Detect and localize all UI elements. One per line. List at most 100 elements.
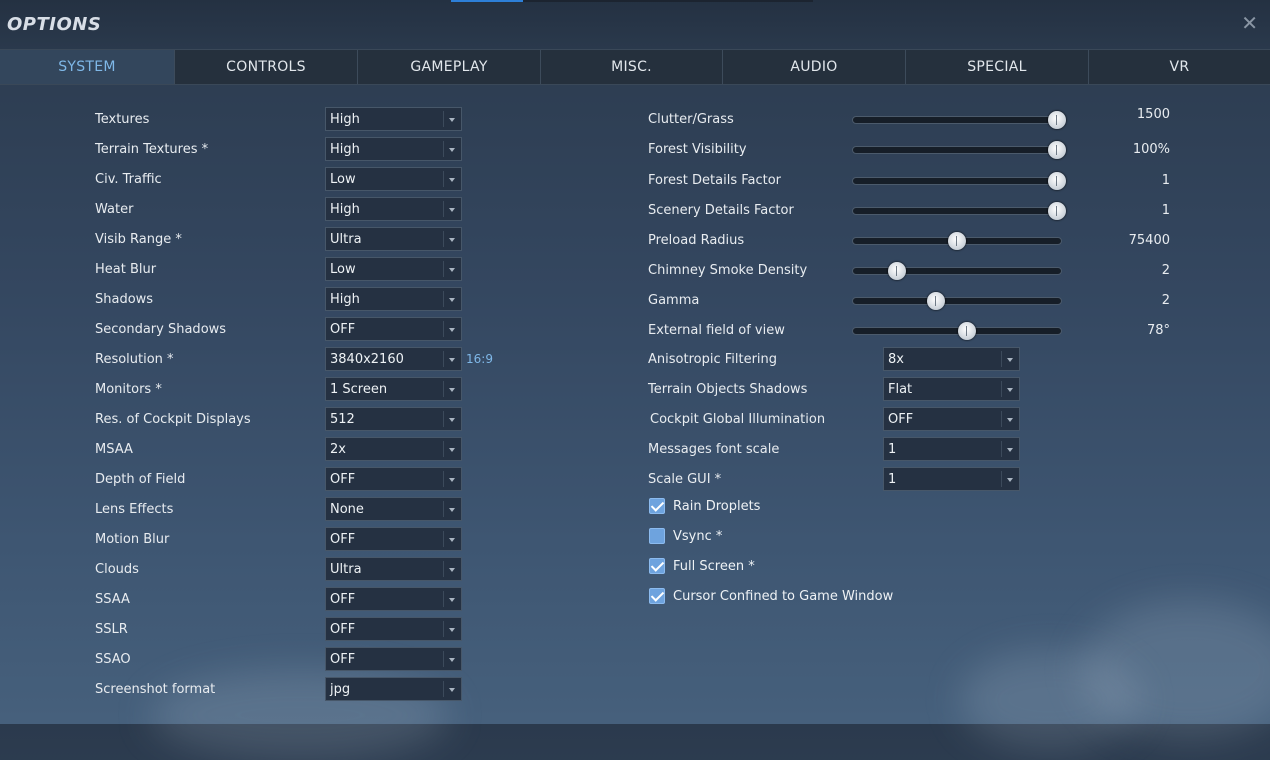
chevron-down-icon bbox=[449, 448, 455, 452]
terrain-objects-shadows-label: Terrain Objects Shadows bbox=[648, 382, 808, 397]
secondary-shadows-label: Secondary Shadows bbox=[95, 322, 227, 337]
lens-effects-label: Lens Effects bbox=[95, 502, 174, 517]
secondary-shadows-dropdown[interactable]: OFF bbox=[325, 317, 462, 341]
sslr-dropdown[interactable]: OFF bbox=[325, 617, 462, 641]
chevron-down-icon bbox=[449, 208, 455, 212]
monitors-label: Monitors * bbox=[95, 382, 162, 397]
chevron-down-icon bbox=[449, 538, 455, 542]
forest-details-factor-slider[interactable] bbox=[852, 172, 1066, 190]
textures-label: Textures bbox=[95, 112, 150, 127]
dropdown-value: 8x bbox=[888, 352, 904, 367]
dropdown-separator bbox=[443, 231, 444, 247]
chevron-down-icon bbox=[449, 328, 455, 332]
dropdown-separator bbox=[1001, 441, 1002, 457]
dropdown-separator bbox=[443, 321, 444, 337]
chevron-down-icon bbox=[449, 118, 455, 122]
chimney-smoke-density-slider[interactable] bbox=[852, 262, 1062, 280]
screenshot-format-dropdown[interactable]: jpg bbox=[325, 677, 462, 701]
motion-blur-dropdown[interactable]: OFF bbox=[325, 527, 462, 551]
ssaa-dropdown[interactable]: OFF bbox=[325, 587, 462, 611]
res-of-cockpit-displays-label: Res. of Cockpit Displays bbox=[95, 412, 251, 427]
water-dropdown[interactable]: High bbox=[325, 197, 462, 221]
external-field-of-view-slider[interactable] bbox=[852, 322, 1062, 340]
heat-blur-dropdown[interactable]: Low bbox=[325, 257, 462, 281]
external-field-of-view-label: External field of view bbox=[648, 323, 785, 338]
checkmark-icon bbox=[650, 588, 665, 602]
dropdown-value: OFF bbox=[330, 532, 356, 547]
dropdown-value: 512 bbox=[330, 412, 355, 427]
tab-audio[interactable]: AUDIO bbox=[723, 50, 906, 84]
slider-handle[interactable] bbox=[927, 292, 946, 310]
gamma-slider[interactable] bbox=[852, 292, 1062, 310]
dropdown-separator bbox=[1001, 351, 1002, 367]
aspect-ratio-label: 16:9 bbox=[466, 352, 493, 366]
gamma-label: Gamma bbox=[648, 293, 700, 308]
dropdown-separator bbox=[443, 621, 444, 637]
chevron-down-icon bbox=[449, 178, 455, 182]
slider-handle[interactable] bbox=[887, 262, 906, 280]
loading-progress-fill bbox=[451, 0, 524, 2]
dropdown-value: OFF bbox=[330, 622, 356, 637]
scenery-details-factor-label: Scenery Details Factor bbox=[648, 203, 794, 218]
clutter-grass-slider[interactable] bbox=[852, 111, 1066, 129]
ssao-dropdown[interactable]: OFF bbox=[325, 647, 462, 671]
screenshot-format-label: Screenshot format bbox=[95, 682, 216, 697]
monitors-dropdown[interactable]: 1 Screen bbox=[325, 377, 462, 401]
tab-controls[interactable]: CONTROLS bbox=[175, 50, 358, 84]
visib-range-dropdown[interactable]: Ultra bbox=[325, 227, 462, 251]
preload-radius-slider[interactable] bbox=[852, 232, 1062, 250]
resolution-dropdown[interactable]: 3840x2160 bbox=[325, 347, 462, 371]
chevron-down-icon bbox=[449, 598, 455, 602]
tab-system[interactable]: SYSTEM bbox=[0, 50, 175, 84]
anisotropic-filtering-label: Anisotropic Filtering bbox=[648, 352, 778, 367]
dropdown-separator bbox=[1001, 471, 1002, 487]
depth-of-field-dropdown[interactable]: OFF bbox=[325, 467, 462, 491]
slider-handle[interactable] bbox=[958, 322, 977, 340]
cursor-confined-to-game-window-checkbox[interactable] bbox=[649, 588, 665, 604]
chimney-smoke-density-value: 2 bbox=[1161, 263, 1170, 278]
forest-visibility-slider[interactable] bbox=[852, 141, 1066, 159]
vsync-label: Vsync * bbox=[673, 529, 723, 544]
checkmark-icon bbox=[650, 498, 665, 512]
chevron-down-icon bbox=[449, 478, 455, 482]
dropdown-value: 3840x2160 bbox=[330, 352, 404, 367]
vsync-checkbox[interactable] bbox=[649, 528, 665, 544]
close-icon[interactable]: ✕ bbox=[1241, 13, 1258, 33]
scenery-details-factor-value: 1 bbox=[1161, 203, 1170, 218]
terrain-textures-dropdown[interactable]: High bbox=[325, 137, 462, 161]
chevron-down-icon bbox=[449, 508, 455, 512]
slider-handle[interactable] bbox=[948, 232, 966, 250]
textures-dropdown[interactable]: High bbox=[325, 107, 462, 131]
dropdown-separator bbox=[443, 141, 444, 157]
chevron-down-icon bbox=[449, 628, 455, 632]
res-of-cockpit-displays-dropdown[interactable]: 512 bbox=[325, 407, 462, 431]
dropdown-separator bbox=[443, 561, 444, 577]
dropdown-separator bbox=[443, 441, 444, 457]
msaa-label: MSAA bbox=[95, 442, 133, 457]
lens-effects-dropdown[interactable]: None bbox=[325, 497, 462, 521]
window-title: OPTIONS bbox=[7, 14, 102, 35]
dropdown-value: Low bbox=[330, 172, 356, 187]
clouds-dropdown[interactable]: Ultra bbox=[325, 557, 462, 581]
tab-vr[interactable]: VR bbox=[1089, 50, 1270, 84]
tab-gameplay[interactable]: GAMEPLAY bbox=[358, 50, 541, 84]
scale-gui-dropdown[interactable]: 1 bbox=[883, 467, 1020, 491]
visib-range-label: Visib Range * bbox=[95, 232, 182, 247]
dropdown-separator bbox=[443, 171, 444, 187]
msaa-dropdown[interactable]: 2x bbox=[325, 437, 462, 461]
anisotropic-filtering-dropdown[interactable]: 8x bbox=[883, 347, 1020, 371]
chevron-down-icon bbox=[449, 298, 455, 302]
tab-special[interactable]: SPECIAL bbox=[906, 50, 1089, 84]
shadows-dropdown[interactable]: High bbox=[325, 287, 462, 311]
rain-droplets-checkbox[interactable] bbox=[649, 498, 665, 514]
scenery-details-factor-slider[interactable] bbox=[852, 202, 1066, 220]
civ-traffic-dropdown[interactable]: Low bbox=[325, 167, 462, 191]
full-screen-checkbox[interactable] bbox=[649, 558, 665, 574]
tab-misc[interactable]: MISC. bbox=[541, 50, 723, 84]
terrain-objects-shadows-dropdown[interactable]: Flat bbox=[883, 377, 1020, 401]
dropdown-value: OFF bbox=[330, 322, 356, 337]
checkmark-icon bbox=[650, 558, 665, 572]
forest-details-factor-label: Forest Details Factor bbox=[648, 173, 782, 188]
cockpit-global-illumination-dropdown[interactable]: OFF bbox=[883, 407, 1020, 431]
messages-font-scale-dropdown[interactable]: 1 bbox=[883, 437, 1020, 461]
